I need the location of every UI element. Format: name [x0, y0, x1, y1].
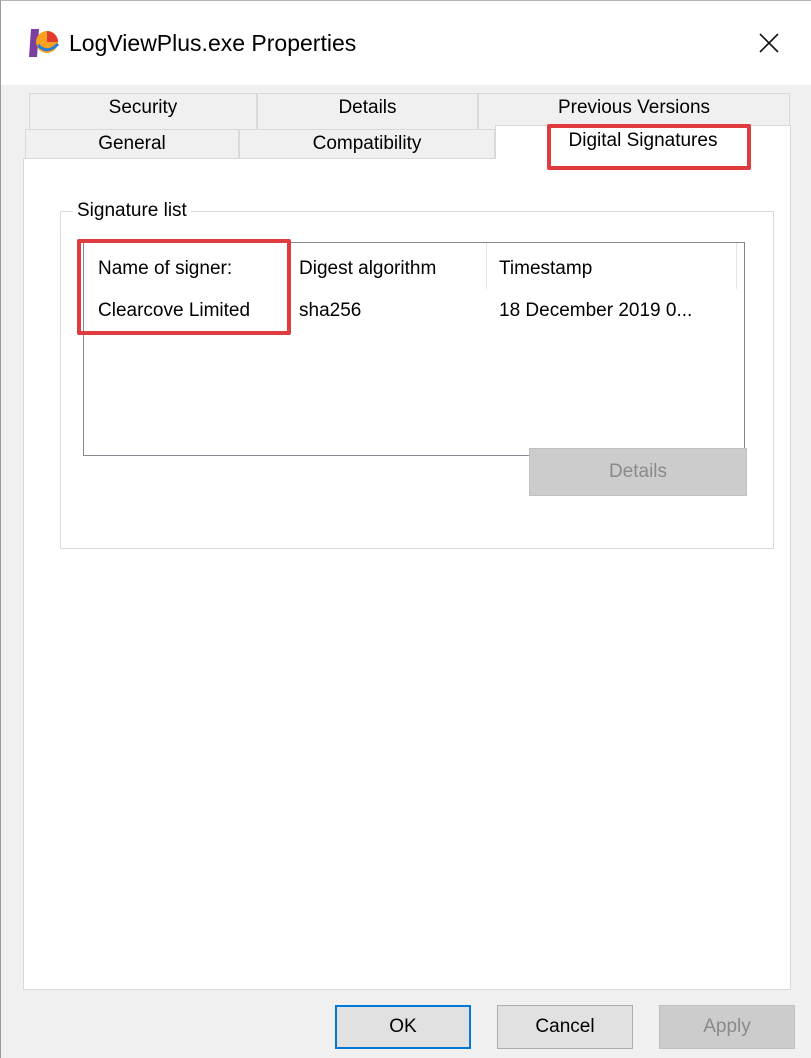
- column-separator[interactable]: [486, 243, 487, 289]
- column-separator[interactable]: [736, 243, 737, 289]
- title-bar[interactable]: LogViewPlus.exe Properties: [1, 1, 811, 85]
- close-icon: [759, 33, 779, 53]
- signature-listview[interactable]: Name of signer: Digest algorithm Timesta…: [83, 242, 745, 456]
- signature-list-group: Signature list Name of signer: Digest al…: [60, 198, 774, 549]
- tab-digital-signatures[interactable]: Digital Signatures: [495, 125, 791, 159]
- signature-details-button[interactable]: Details: [529, 448, 747, 496]
- tab-details[interactable]: Details: [257, 93, 478, 129]
- timestamp-cell[interactable]: 18 December 2019 0...: [499, 297, 692, 325]
- tab-compatibility[interactable]: Compatibility: [239, 129, 495, 159]
- tab-label: Security: [108, 97, 178, 118]
- apply-button[interactable]: Apply: [659, 1005, 795, 1049]
- column-separator[interactable]: [289, 243, 290, 289]
- ok-button[interactable]: OK: [335, 1005, 471, 1049]
- signer-name-cell[interactable]: Clearcove Limited: [98, 297, 250, 325]
- column-header-digest-algorithm[interactable]: Digest algorithm: [299, 255, 436, 283]
- tab-label: Compatibility: [312, 133, 422, 154]
- app-icon: [29, 29, 60, 57]
- tab-security[interactable]: Security: [29, 93, 257, 129]
- properties-window: LogViewPlus.exe Properties Security Deta…: [0, 0, 811, 1058]
- tab-previous-versions[interactable]: Previous Versions: [478, 93, 790, 129]
- tab-label: Digital Signatures: [568, 130, 718, 151]
- digest-algorithm-cell[interactable]: sha256: [299, 297, 361, 325]
- window-title: LogViewPlus.exe Properties: [69, 30, 357, 56]
- signature-list-label: Signature list: [73, 198, 191, 224]
- tab-label: Details: [338, 97, 397, 118]
- column-header-timestamp[interactable]: Timestamp: [499, 255, 592, 283]
- tab-panel-digital-signatures: Signature list Name of signer: Digest al…: [23, 158, 791, 990]
- column-header-name-of-signer[interactable]: Name of signer:: [98, 255, 232, 283]
- tab-label: Previous Versions: [557, 97, 711, 118]
- tab-general[interactable]: General: [25, 129, 239, 159]
- cancel-button[interactable]: Cancel: [497, 1005, 633, 1049]
- tab-label: General: [98, 133, 166, 154]
- close-button[interactable]: [727, 1, 811, 85]
